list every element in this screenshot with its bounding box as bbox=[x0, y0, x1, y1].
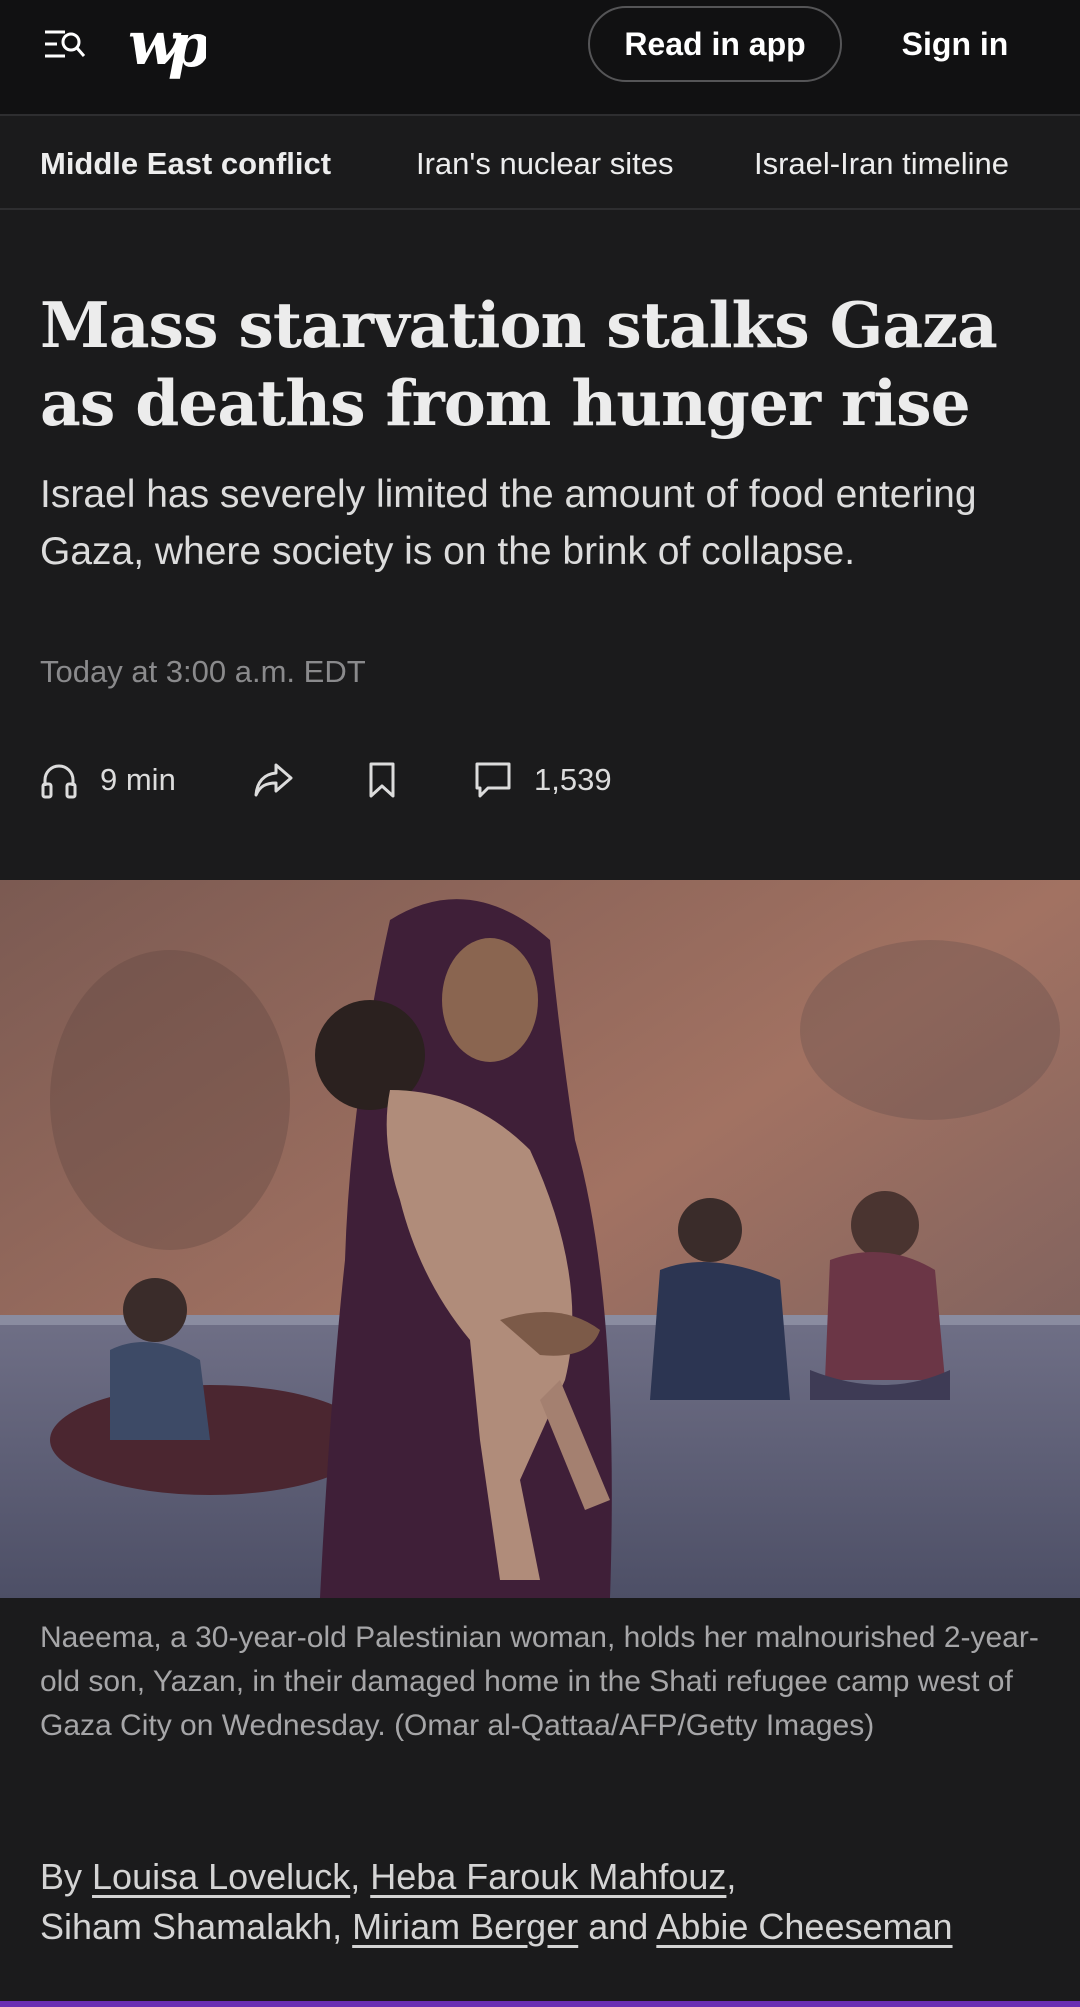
menu-search-icon[interactable] bbox=[40, 22, 90, 68]
byline-and: and bbox=[588, 1906, 649, 1947]
svg-text:p: p bbox=[168, 11, 206, 80]
listen-button[interactable]: 9 min bbox=[40, 752, 176, 808]
lead-photo[interactable] bbox=[0, 880, 1080, 1598]
headphones-icon bbox=[41, 764, 77, 799]
byline-prefix: By bbox=[40, 1856, 83, 1897]
share-button[interactable] bbox=[254, 752, 294, 808]
comment-icon bbox=[475, 762, 511, 798]
bottom-accent-bar bbox=[0, 2001, 1080, 2007]
bookmark-icon bbox=[369, 762, 395, 798]
nav-item-middle-east-conflict[interactable]: Middle East conflict bbox=[40, 146, 331, 182]
article-dek: Israel has severely limited the amount o… bbox=[40, 473, 977, 573]
nav-item-israel-iran-timeline[interactable]: Israel-Iran timeline bbox=[754, 146, 1009, 182]
site-logo[interactable]: w p bbox=[128, 9, 216, 81]
article-headline: Mass starvation stalks Gaza as deaths fr… bbox=[40, 288, 998, 440]
author-link[interactable]: Abbie Cheeseman bbox=[656, 1906, 952, 1947]
listen-time: 9 min bbox=[100, 762, 176, 797]
top-bar: w p Read in app Sign in bbox=[0, 0, 1080, 116]
author-link[interactable]: Miriam Berger bbox=[352, 1906, 578, 1947]
author-name: Siham Shamalakh bbox=[40, 1906, 333, 1947]
comments-button[interactable]: 1,539 bbox=[474, 752, 612, 808]
sign-in-button[interactable]: Sign in bbox=[880, 6, 1030, 82]
nav-item-irans-nuclear-sites[interactable]: Iran's nuclear sites bbox=[416, 146, 673, 182]
author-link[interactable]: Louisa Loveluck bbox=[92, 1856, 350, 1897]
save-button[interactable] bbox=[366, 752, 398, 808]
read-in-app-button[interactable]: Read in app bbox=[588, 6, 842, 82]
byline: By Louisa Loveluck, Heba Farouk Mahfouz,… bbox=[40, 1856, 953, 1947]
article-dateline: Today at 3:00 a.m. EDT bbox=[40, 654, 366, 689]
share-icon bbox=[254, 763, 293, 797]
author-link[interactable]: Heba Farouk Mahfouz bbox=[370, 1856, 726, 1897]
article-actions: 9 min 1,539 bbox=[40, 752, 740, 808]
topic-nav: Middle East conflict Iran's nuclear site… bbox=[0, 118, 1080, 210]
comment-count: 1,539 bbox=[534, 762, 612, 797]
photo-caption: Naeema, a 30-year-old Palestinian woman,… bbox=[40, 1621, 1039, 1742]
